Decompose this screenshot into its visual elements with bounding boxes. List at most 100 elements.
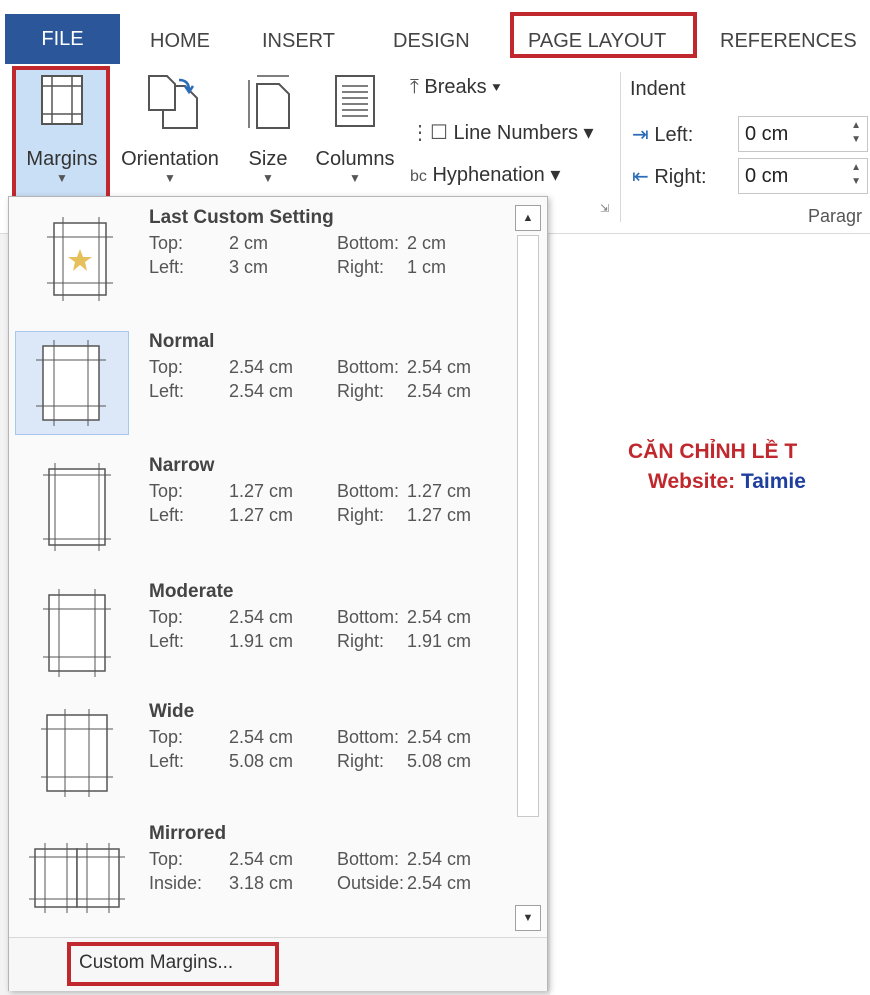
website-link[interactable]: Taimie bbox=[741, 470, 806, 493]
custom-margin-icon bbox=[47, 217, 113, 301]
hyphenation-label: Hyphenation ▾ bbox=[432, 164, 561, 186]
row-label: Top: bbox=[149, 607, 184, 627]
row-value: 2.54 cm bbox=[229, 357, 294, 377]
breaks-label: Breaks ▾ bbox=[424, 76, 501, 98]
row-value: 2.54 cm bbox=[407, 727, 472, 747]
row-value: 2.54 cm bbox=[407, 357, 472, 377]
size-button[interactable]: Size ▼ bbox=[230, 68, 306, 200]
tab-file[interactable]: FILE bbox=[5, 14, 120, 64]
columns-button[interactable]: Columns ▼ bbox=[306, 68, 404, 200]
row-value: 3 cm bbox=[229, 257, 269, 277]
scroll-down-icon[interactable]: ▼ bbox=[515, 905, 541, 931]
option-name: Narrow bbox=[149, 455, 215, 476]
orientation-icon bbox=[148, 75, 198, 129]
margin-preview bbox=[17, 207, 137, 311]
document-page[interactable]: CĂN CHỈNH LỀ T Website: Taimie bbox=[550, 234, 870, 995]
custom-margins-row: Custom Margins... bbox=[9, 937, 547, 991]
margin-option-last-custom[interactable]: Last Custom Setting Top: 2 cm Bottom: 2 … bbox=[9, 207, 519, 333]
group-separator bbox=[620, 72, 621, 222]
row-value: 5.08 cm bbox=[229, 751, 294, 771]
row-value: 2 cm bbox=[229, 233, 269, 253]
row-value: 2.54 cm bbox=[407, 381, 472, 401]
margin-option-normal[interactable]: Normal Top: 2.54 cm Bottom: 2.54 cm Left… bbox=[9, 331, 519, 457]
margin-option-wide[interactable]: Wide Top: 2.54 cm Bottom: 2.54 cm Left: … bbox=[9, 701, 519, 827]
margin-preview bbox=[17, 581, 137, 685]
indent-left-icon: ⇥ bbox=[632, 124, 649, 146]
ribbon-tabs: FILE HOME INSERT DESIGN PAGE LAYOUT REFE… bbox=[0, 0, 870, 64]
chevron-down-icon: ▼ bbox=[349, 171, 361, 185]
margin-preview bbox=[17, 455, 137, 559]
group-label: Paragr bbox=[808, 206, 863, 226]
line-numbers-button[interactable]: ⋮☐ Line Numbers ▾ bbox=[410, 120, 594, 145]
orientation-label: Orientation bbox=[121, 148, 219, 170]
breaks-button[interactable]: ⤒ Breaks ▾ bbox=[410, 76, 501, 99]
row-value: 1 cm bbox=[407, 257, 447, 277]
indent-left-value: 0 cm bbox=[745, 123, 789, 145]
spinner-icon[interactable]: ▲ ▼ bbox=[851, 119, 861, 147]
indent-left-text: Left: bbox=[654, 124, 694, 146]
indent-heading: Indent bbox=[630, 78, 686, 100]
row-label: Bottom: bbox=[337, 233, 400, 253]
row-value: 3.18 cm bbox=[229, 873, 294, 893]
hyphenation-button[interactable]: bc Hyphenation ▾ bbox=[410, 162, 560, 187]
row-label: Left: bbox=[149, 257, 185, 277]
row-label: Left: bbox=[149, 381, 185, 401]
margin-option-narrow[interactable]: Narrow Top: 1.27 cm Bottom: 1.27 cm Left… bbox=[9, 455, 519, 581]
row-label: Outside: bbox=[337, 873, 405, 893]
custom-margins-highlight bbox=[67, 942, 279, 986]
row-label: Right: bbox=[337, 505, 385, 525]
chevron-down-icon: ▼ bbox=[262, 171, 274, 185]
indent-left-field[interactable]: 0 cm ▲ ▼ bbox=[738, 116, 868, 152]
row-label: Right: bbox=[337, 257, 385, 277]
narrow-margin-icon bbox=[43, 463, 111, 551]
tab-design[interactable]: DESIGN bbox=[393, 20, 470, 62]
indent-right-icon: ⇤ bbox=[632, 166, 649, 188]
tab-insert[interactable]: INSERT bbox=[262, 20, 335, 62]
row-label: Top: bbox=[149, 481, 184, 501]
tab-references[interactable]: REFERENCES bbox=[720, 20, 857, 62]
row-label: Bottom: bbox=[337, 607, 400, 627]
dialog-launcher-icon[interactable]: ⇲ bbox=[600, 202, 609, 215]
normal-margin-icon bbox=[36, 340, 106, 426]
document-title: CĂN CHỈNH LỀ T bbox=[628, 440, 798, 463]
margin-option-mirrored[interactable]: Mirrored Top: 2.54 cm Bottom: 2.54 cm In… bbox=[9, 823, 519, 949]
scrollbar-thumb[interactable] bbox=[517, 235, 539, 817]
row-value: 1.91 cm bbox=[407, 631, 472, 651]
row-label: Top: bbox=[149, 849, 184, 869]
moderate-margin-icon bbox=[43, 589, 111, 677]
row-label: Right: bbox=[337, 751, 385, 771]
row-value: 2.54 cm bbox=[407, 873, 472, 893]
document-website-line: Website: Taimie bbox=[648, 470, 806, 494]
wide-margin-icon bbox=[41, 709, 113, 797]
line-numbers-icon: ⋮☐ bbox=[410, 122, 448, 144]
row-value: 2.54 cm bbox=[229, 607, 294, 627]
orientation-button[interactable]: Orientation ▼ bbox=[112, 68, 228, 200]
row-value: 1.27 cm bbox=[229, 481, 294, 501]
row-label: Bottom: bbox=[337, 727, 400, 747]
margin-option-moderate[interactable]: Moderate Top: 2.54 cm Bottom: 2.54 cm Le… bbox=[9, 581, 519, 707]
size-icon bbox=[248, 75, 290, 129]
row-value: 2.54 cm bbox=[229, 849, 294, 869]
spinner-icon[interactable]: ▲ ▼ bbox=[851, 161, 861, 189]
row-label: Top: bbox=[149, 727, 184, 747]
row-value: 2.54 cm bbox=[407, 607, 472, 627]
row-value: 1.27 cm bbox=[407, 505, 472, 525]
row-value: 2.54 cm bbox=[229, 727, 294, 747]
row-label: Inside: bbox=[149, 873, 203, 893]
tab-home[interactable]: HOME bbox=[150, 20, 210, 62]
scroll-up-icon[interactable]: ▲ bbox=[515, 205, 541, 231]
row-label: Top: bbox=[149, 357, 184, 377]
row-label: Left: bbox=[149, 751, 185, 771]
option-name: Last Custom Setting bbox=[149, 207, 334, 228]
menu-scrollbar[interactable]: ▲ ▼ bbox=[515, 205, 541, 931]
row-label: Right: bbox=[337, 381, 385, 401]
indent-left-label: ⇥ Left: bbox=[632, 122, 693, 147]
website-label: Website: bbox=[648, 470, 741, 493]
columns-label: Columns bbox=[315, 148, 395, 170]
option-name: Normal bbox=[149, 331, 215, 352]
indent-right-field[interactable]: 0 cm ▲ ▼ bbox=[738, 158, 868, 194]
option-name: Moderate bbox=[149, 581, 234, 602]
line-numbers-label: Line Numbers ▾ bbox=[453, 122, 594, 144]
row-label: Left: bbox=[149, 505, 185, 525]
margins-highlight bbox=[12, 66, 110, 202]
